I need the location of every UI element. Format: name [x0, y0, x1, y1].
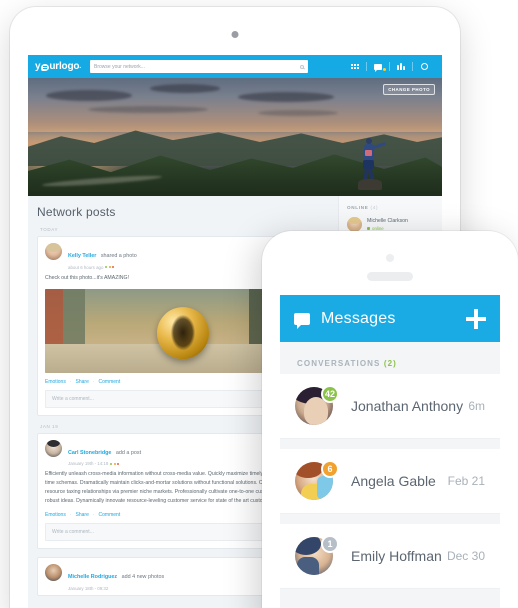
conversation-time: 6m: [468, 399, 485, 413]
post-timestamp-row: January 19th - 14:18: [68, 461, 141, 466]
comment-button[interactable]: Comment: [99, 379, 121, 385]
conversations-label: CONVERSATIONS: [297, 359, 381, 368]
sphere-sculpture: [157, 306, 209, 359]
share-button[interactable]: Share: [76, 379, 89, 385]
new-message-button[interactable]: [466, 308, 486, 329]
site-logo[interactable]: y urlogo.: [35, 61, 81, 72]
messages-header: Messages: [280, 295, 500, 342]
post-meta: Carl Stonebridge add a post January 19th…: [68, 440, 141, 467]
phone-device: Messages CONVERSATIONS (2) 42 Jonathan A…: [262, 231, 518, 608]
avatar[interactable]: [45, 243, 62, 260]
building: [63, 288, 85, 345]
conversations-count: (2): [383, 359, 397, 368]
action-separator: ·: [69, 512, 72, 519]
post-timestamp: January 18th - 09:32: [68, 585, 109, 591]
speech-bubble-icon: [40, 64, 49, 71]
conversation-name: Angela Gable: [351, 472, 436, 489]
avatar: [347, 217, 362, 232]
messages-badge-icon: [382, 67, 386, 71]
messages-title: Messages: [321, 309, 396, 327]
reaction-dots-icon: [110, 462, 120, 465]
gear-icon[interactable]: [413, 63, 435, 70]
search-input[interactable]: Browse your network...: [90, 60, 309, 73]
nav-icon-group: [344, 62, 435, 72]
post-action: add a post: [115, 449, 142, 456]
contact-status: online: [367, 226, 408, 231]
status-dot: [367, 226, 370, 230]
messages-icon[interactable]: [367, 63, 389, 72]
unread-badge: 1: [321, 535, 339, 553]
post-author[interactable]: Michelle Rodriguez: [68, 574, 117, 580]
post-timestamp-row: about 6 hours ago: [68, 265, 137, 270]
grid-icon[interactable]: [344, 64, 366, 69]
post-action: shared a photo: [100, 253, 137, 259]
post-meta: Michelle Rodriguez add 4 new photos Janu…: [68, 564, 164, 591]
emotions-button[interactable]: Emotions: [45, 379, 66, 385]
page-title: Network posts: [37, 205, 116, 219]
avatar-wrapper: 42: [295, 385, 340, 425]
phone-screen: Messages CONVERSATIONS (2) 42 Jonathan A…: [280, 295, 500, 608]
post-meta: Kelly Teller shared a photo about 6 hour…: [68, 243, 137, 270]
contact-item[interactable]: Michelle Clarkson online: [347, 217, 434, 232]
post-timestamp: January 19th - 14:18: [68, 461, 109, 467]
emotions-button[interactable]: Emotions: [45, 512, 66, 518]
unread-badge: 42: [321, 385, 340, 403]
post-author[interactable]: Kelly Teller: [68, 253, 96, 259]
avatar-wrapper: 1: [295, 535, 339, 575]
reaction-dots-icon: [105, 266, 115, 268]
building: [45, 288, 63, 345]
online-section-header: ONLINE (4): [347, 205, 434, 210]
phone-camera-icon: [386, 254, 394, 262]
logo-text-left: y: [35, 61, 41, 72]
top-navigation-bar: y urlogo. Browse your network...: [28, 55, 442, 78]
action-separator: ·: [92, 512, 95, 519]
avatar[interactable]: [45, 439, 62, 457]
post-author[interactable]: Carl Stonebridge: [68, 450, 111, 456]
tablet-camera-icon: [231, 31, 239, 38]
logo-trademark: .: [79, 63, 82, 70]
conversation-row[interactable]: 6 Angela Gable Feb 21: [280, 449, 500, 514]
conversation-time: Dec 30: [446, 549, 485, 563]
contact-info: Michelle Clarkson online: [367, 218, 408, 231]
phone-speaker-grille: [367, 272, 413, 281]
group-conversations-section-header: GROUP CONVERSATIONS (1): [280, 599, 500, 608]
mockup-stage: y urlogo. Browse your network... CHANGE …: [0, 0, 518, 608]
conversation-time: Feb 21: [447, 474, 485, 488]
contact-name: Michelle Clarkson: [367, 218, 408, 225]
cover-photo: CHANGE PHOTO: [28, 78, 442, 196]
list-gap: [280, 439, 500, 449]
people-icon[interactable]: [390, 63, 412, 70]
change-photo-button[interactable]: CHANGE PHOTO: [383, 84, 435, 95]
conversations-section-header: CONVERSATIONS (2): [280, 342, 500, 374]
action-separator: ·: [92, 378, 95, 385]
hiker-figure: [358, 138, 387, 190]
conversation-name: Jonathan Anthony: [351, 397, 464, 414]
conversation-row[interactable]: 42 Jonathan Anthony 6m: [280, 374, 500, 439]
logo-text-right: urlogo: [49, 61, 80, 72]
conversation-row[interactable]: 1 Emily Hoffman Dec 30: [280, 524, 500, 589]
online-label: ONLINE: [347, 205, 369, 210]
status-label: online: [372, 225, 384, 231]
share-button[interactable]: Share: [76, 512, 89, 518]
post-timestamp: about 6 hours ago: [68, 264, 104, 270]
post-action: add 4 new photos: [121, 574, 165, 581]
online-count: (4): [370, 205, 379, 210]
avatar[interactable]: [45, 564, 62, 582]
action-separator: ·: [69, 378, 72, 385]
avatar-wrapper: 6: [295, 460, 339, 500]
search-icon: [300, 64, 305, 69]
list-gap: [280, 514, 500, 524]
speech-bubble-icon: [294, 312, 310, 329]
comment-button[interactable]: Comment: [99, 512, 121, 518]
post-timestamp-row: January 18th - 09:32: [68, 586, 164, 591]
unread-badge: 6: [321, 460, 339, 478]
search-placeholder: Browse your network...: [94, 63, 145, 70]
conversation-name: Emily Hoffman: [351, 547, 442, 564]
list-gap: [280, 589, 500, 599]
